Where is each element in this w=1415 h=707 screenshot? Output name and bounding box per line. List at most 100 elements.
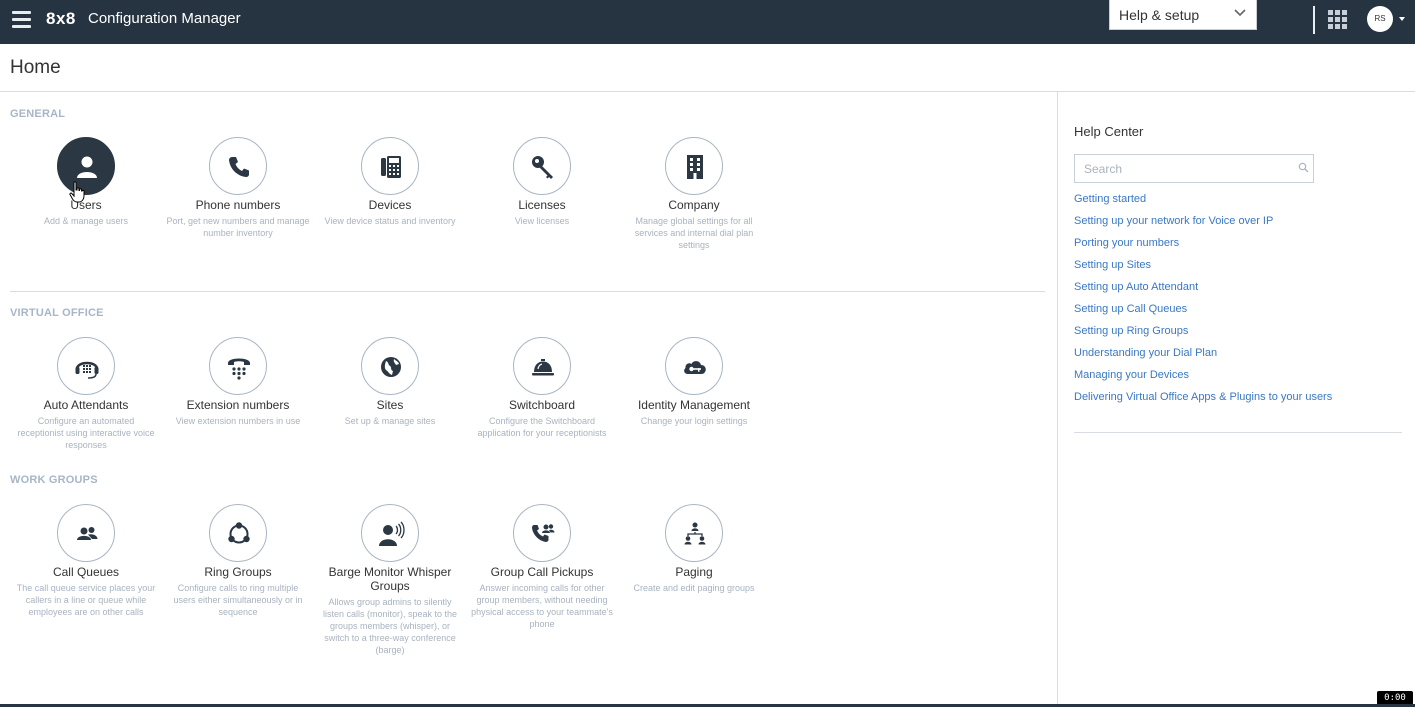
help-center-title: Help Center [1074,124,1144,139]
search-icon[interactable] [1298,162,1309,173]
tile-icon-circle[interactable] [361,337,419,395]
apps-grid-icon[interactable] [1328,10,1347,29]
tile-icon-circle[interactable] [209,137,267,195]
caret-down-icon[interactable] [1399,17,1405,21]
tile-icon-circle[interactable] [513,337,571,395]
key-icon [532,156,553,179]
tile-icon-circle[interactable] [665,137,723,195]
help-setup-label: Help & setup [1119,7,1200,23]
help-link[interactable]: Setting up your network for Voice over I… [1074,214,1332,236]
help-link[interactable]: Setting up Sites [1074,258,1332,280]
tile-icon-circle[interactable] [513,137,571,195]
section-divider [10,291,1045,292]
user-icon [77,156,97,178]
help-link[interactable]: Managing your Devices [1074,368,1332,390]
tile-icon-circle[interactable] [513,504,571,562]
help-link[interactable]: Delivering Virtual Office Apps & Plugins… [1074,390,1332,412]
tile-icon-circle[interactable] [209,337,267,395]
tile-label: Phone numbers [195,198,281,212]
menu-icon[interactable] [12,11,31,28]
tile-icon-circle[interactable] [665,504,723,562]
globe-icon [381,357,401,377]
tile-label: Paging [675,565,713,579]
tile-description: Allows group admins to silently listen c… [322,597,458,655]
tile-label: Licenses [518,198,566,212]
phone-icon [229,157,249,177]
help-link[interactable]: Setting up Auto Attendant [1074,280,1332,302]
tile-phone-numbers[interactable]: Phone numbers Port, get new numbers and … [162,137,314,239]
help-link[interactable]: Getting started [1074,192,1332,214]
auto-attendant-icon [75,361,99,379]
tile-label: Company [668,198,720,212]
tile-description: Set up & manage sites [344,416,436,426]
header-divider [0,91,1415,92]
help-link[interactable]: Setting up Call Queues [1074,302,1332,324]
tile-description: Port, get new numbers and manage number … [166,216,310,238]
tile-description: The call queue service places your calle… [16,583,156,617]
tile-icon-circle[interactable] [57,337,115,395]
tile-description: Create and edit paging groups [633,583,755,593]
people-icon [77,527,98,540]
tile-label: Group Call Pickups [490,565,594,579]
tile-icon-circle[interactable] [361,137,419,195]
help-search-input[interactable] [1074,154,1314,183]
paging-icon [684,522,706,545]
page-title: Home [10,57,61,78]
tile-paging[interactable]: Paging Create and edit paging groups [618,504,770,594]
tile-label: Switchboard [508,398,576,412]
tile-devices[interactable]: Devices View device status and inventory [314,137,466,227]
tile-description: View licenses [514,216,570,226]
tile-icon-circle[interactable] [57,504,115,562]
tile-description: Change your login settings [640,416,748,426]
brand-logo[interactable]: 8x8 [46,9,76,29]
help-link[interactable]: Understanding your Dial Plan [1074,346,1332,368]
tile-licenses[interactable]: Licenses View licenses [466,137,618,227]
tile-ring-groups[interactable]: Ring Groups Configure calls to ring mult… [162,504,314,618]
building-icon [687,155,703,179]
tile-description: Answer incoming calls for other group me… [471,583,613,629]
recording-timer: 0:00 [1377,691,1413,705]
bell-icon [532,359,554,376]
tile-barge-monitor-whisper-groups[interactable]: Barge Monitor Whisper Groups Allows grou… [314,504,466,656]
keypad-phone-icon [228,358,250,380]
cloud-key-icon [684,361,706,374]
section-title-virtual-office: VIRTUAL OFFICE [10,307,104,319]
tile-icon-circle[interactable] [57,137,115,195]
tile-icon-circle[interactable] [665,337,723,395]
top-bar: 8x8 Configuration Manager Help & setup R… [0,0,1415,44]
help-setup-select[interactable]: Help & setup [1109,0,1257,30]
tile-switchboard[interactable]: Switchboard Configure the Switchboard ap… [466,337,618,439]
tile-identity-management[interactable]: Identity Management Change your login se… [618,337,770,427]
section-title-work-groups: WORK GROUPS [10,474,98,486]
tile-icon-circle[interactable] [361,504,419,562]
group-call-icon [532,524,555,542]
speaking-user-icon [379,521,405,546]
tile-label: Sites [376,398,404,412]
tile-label: Auto Attendants [43,398,129,412]
section-title-general: GENERAL [10,108,66,120]
tile-description: View device status and inventory [324,216,456,226]
tile-description: Configure the Switchboard application fo… [477,416,607,438]
tile-users[interactable]: Users Add & manage users [10,137,162,227]
hand-cursor-icon [69,181,85,203]
tile-description: Configure an automated receptionist usin… [17,416,155,450]
tile-label: Extension numbers [186,398,290,412]
sidebar-divider [1057,92,1058,704]
ring-group-icon [228,522,250,544]
help-link[interactable]: Setting up Ring Groups [1074,324,1332,346]
app-title: Configuration Manager [88,10,241,27]
tile-company[interactable]: Company Manage global settings for all s… [618,137,770,251]
tile-sites[interactable]: Sites Set up & manage sites [314,337,466,427]
tile-extension-numbers[interactable]: Extension numbers View extension numbers… [162,337,314,427]
tile-group-call-pickups[interactable]: Group Call Pickups Answer incoming calls… [466,504,618,630]
avatar[interactable]: RS [1367,6,1393,32]
tile-icon-circle[interactable] [209,504,267,562]
tile-call-queues[interactable]: Call Queues The call queue service place… [10,504,162,618]
help-link[interactable]: Porting your numbers [1074,236,1332,258]
help-links-list: Getting started Setting up your network … [1074,192,1332,412]
desk-phone-icon [381,156,401,178]
topbar-divider [1313,6,1315,34]
tile-auto-attendants[interactable]: Auto Attendants Configure an automated r… [10,337,162,451]
tile-label: Devices [368,198,412,212]
tile-description: Add & manage users [43,216,129,226]
